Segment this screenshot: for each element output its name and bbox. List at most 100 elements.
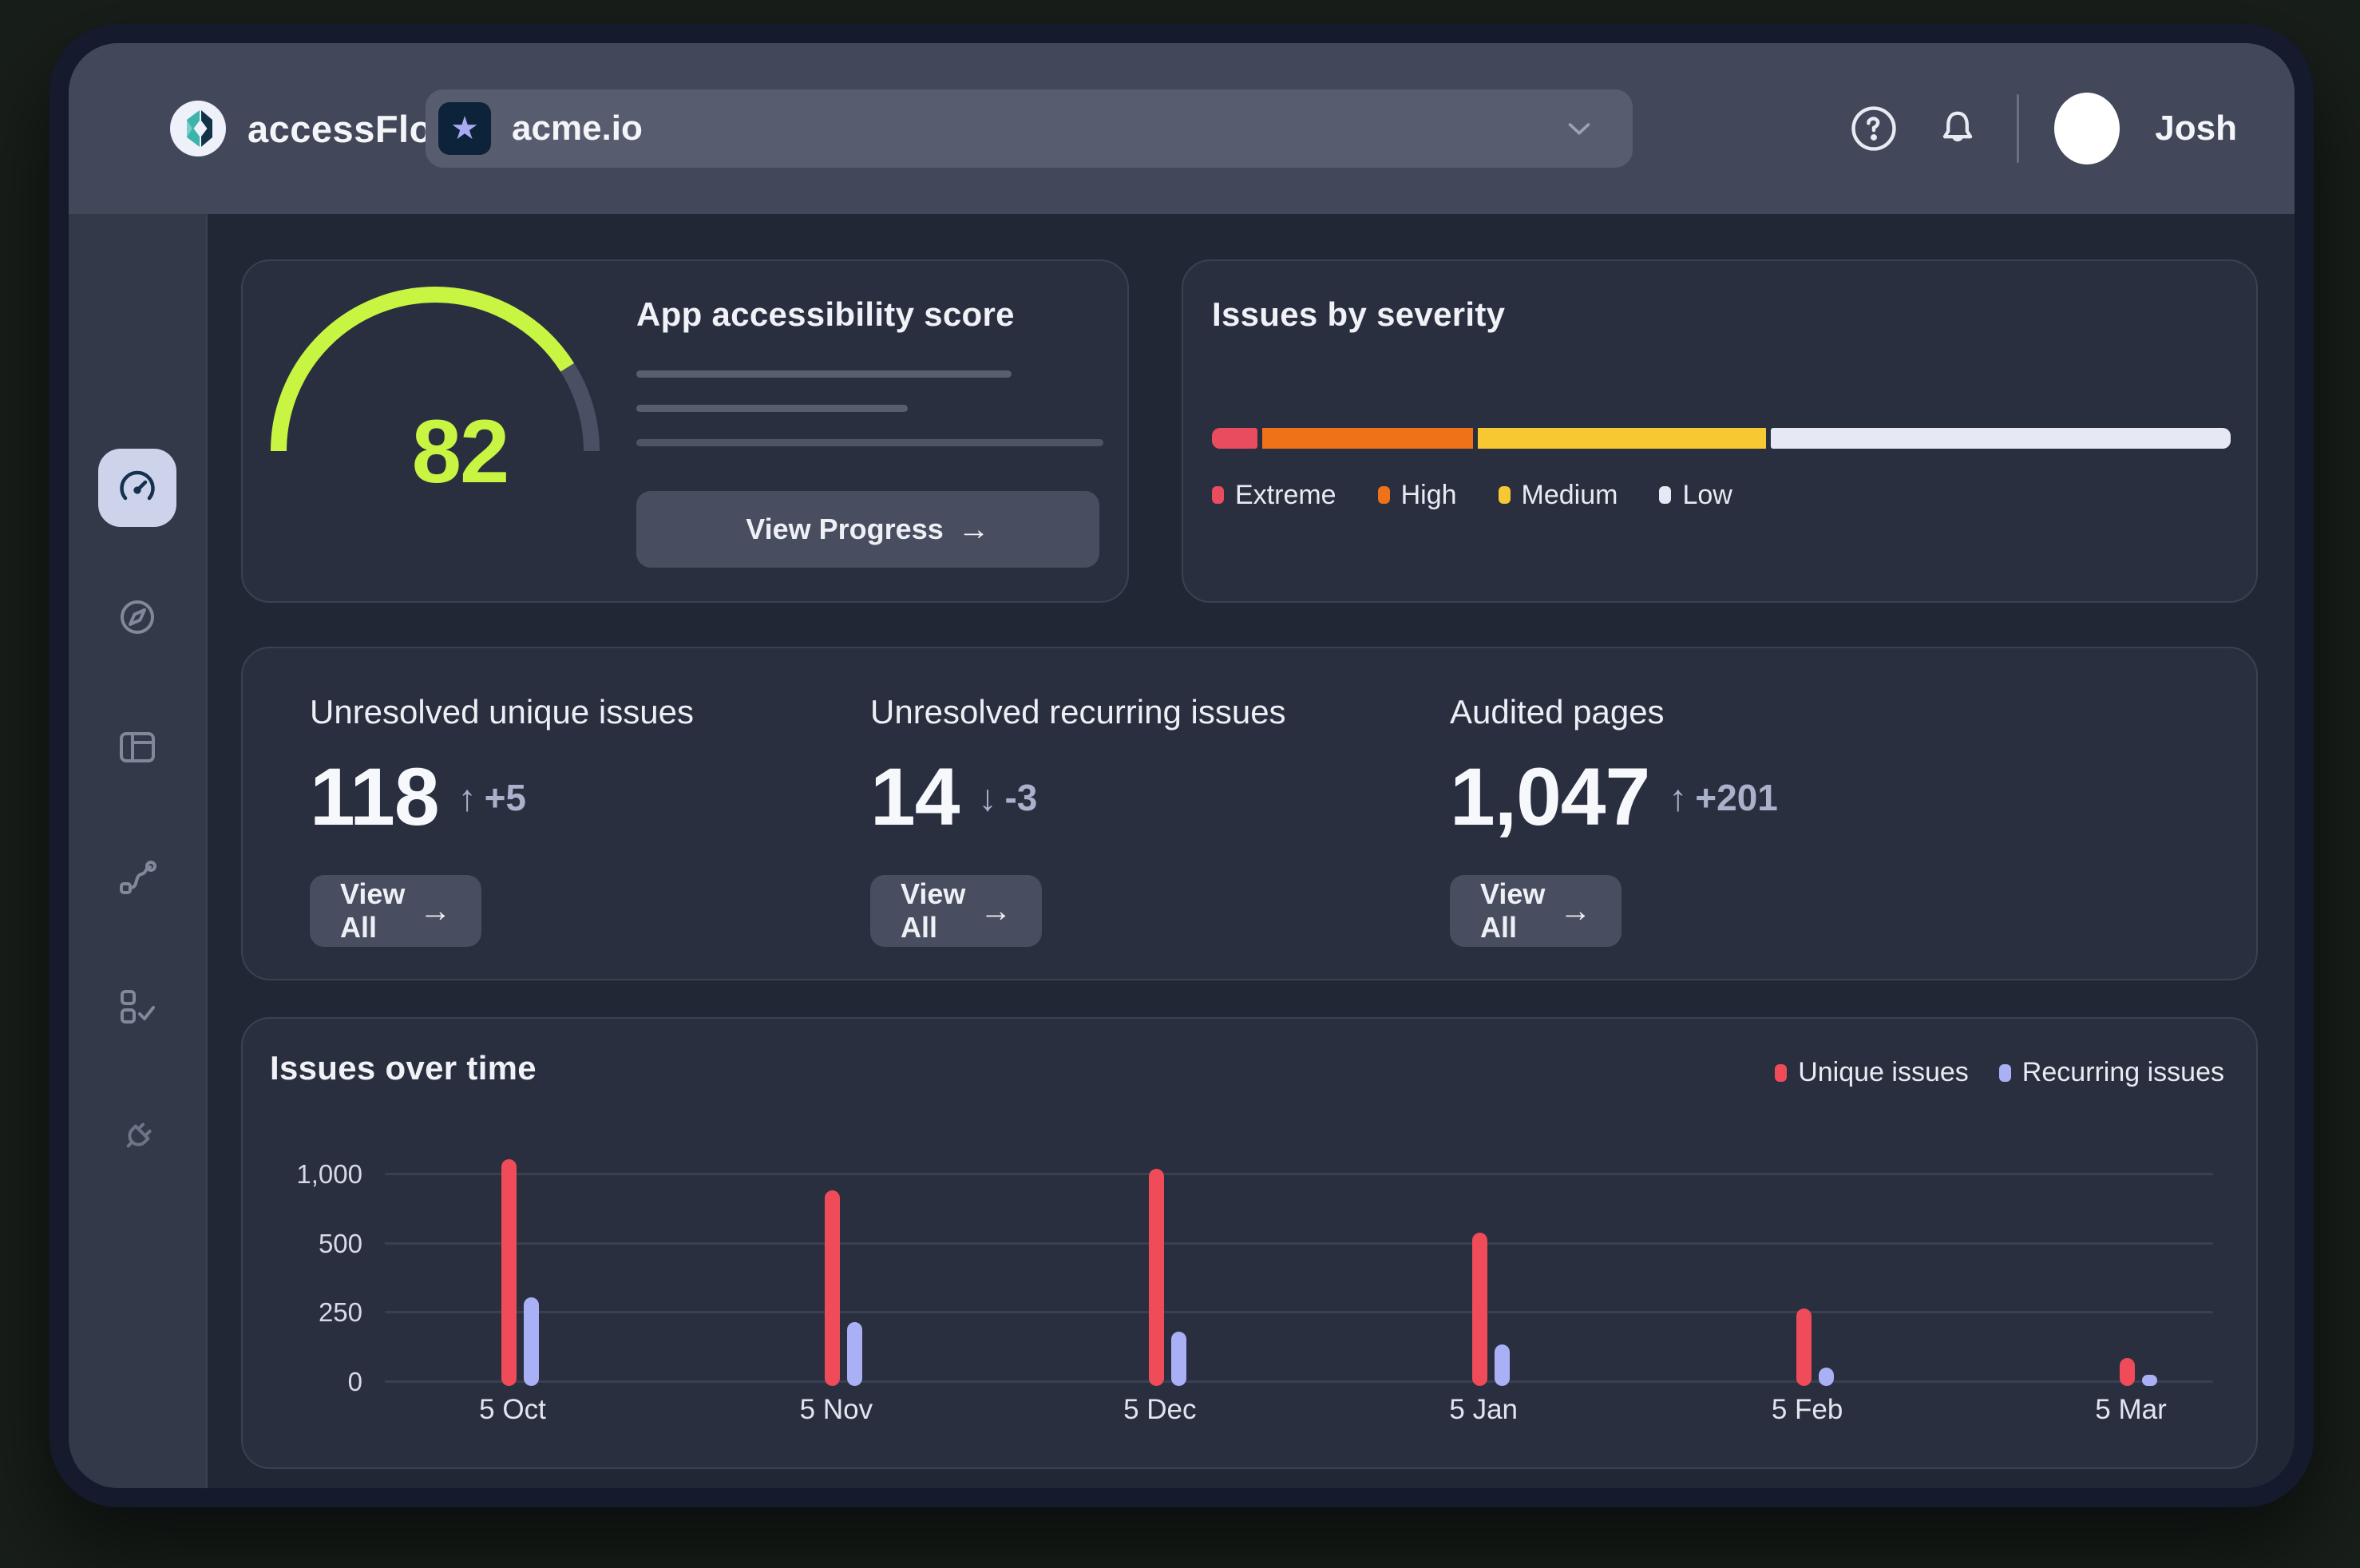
layout-icon <box>115 725 160 770</box>
sidebar-item-flows[interactable] <box>98 838 176 917</box>
severity-legend-item-extreme: Extreme <box>1212 480 1336 511</box>
project-name: acme.io <box>512 109 1561 148</box>
issues-over-time-card: Issues over time Unique issues Recurring… <box>241 1017 2258 1469</box>
severity-segment-high <box>1262 428 1473 449</box>
view-progress-button[interactable]: View Progress → <box>636 491 1099 568</box>
view-all-label: View All <box>340 877 405 944</box>
bar-unique-issues-5-Dec <box>1149 1169 1164 1386</box>
brand: accessFlow <box>169 43 462 214</box>
gridline-0 <box>385 1380 2213 1383</box>
project-star-icon: ★ <box>438 102 491 155</box>
chart-legend-item-recurring-issues: Recurring issues <box>1999 1057 2224 1088</box>
compass-icon <box>115 595 160 639</box>
bar-recurring-issues-5-Nov <box>847 1322 862 1386</box>
help-icon[interactable] <box>1849 104 1899 153</box>
sidebar-item-explore[interactable] <box>98 578 176 656</box>
view-progress-label: View Progress <box>746 513 943 546</box>
skeleton-line <box>636 370 1012 378</box>
bar-unique-issues-5-Oct <box>501 1159 517 1386</box>
x-axis-tick-label: 5 Feb <box>1728 1394 1887 1426</box>
view-all-button[interactable]: View All → <box>310 875 481 947</box>
y-axis-tick-label: 250 <box>259 1297 362 1328</box>
accessflow-logo-icon <box>169 100 227 157</box>
stat-label: Unresolved unique issues <box>310 693 694 731</box>
stat-delta-value: +5 <box>485 776 526 819</box>
severity-segment-low <box>1771 428 2231 449</box>
gauge-icon <box>115 465 160 510</box>
bar-chart-plot-area <box>385 1151 2213 1386</box>
chart-legend-item-unique-issues: Unique issues <box>1775 1057 1969 1088</box>
view-all-label: View All <box>901 877 965 944</box>
stat-value-row: 118 ↑ +5 <box>310 750 526 844</box>
bar-recurring-issues-5-Dec <box>1171 1332 1186 1386</box>
plug-icon <box>115 1115 160 1159</box>
sidebar-item-audits[interactable] <box>98 968 176 1046</box>
bar-unique-issues-5-Feb <box>1796 1309 1812 1386</box>
sidebar-item-integrations[interactable] <box>98 1098 176 1176</box>
stat-delta: ↑ +5 <box>458 776 526 819</box>
skeleton-line <box>636 439 1103 446</box>
gridline-1000 <box>385 1173 2213 1175</box>
top-bar: accessFlow ★ acme.io Josh <box>69 43 2295 214</box>
score-gauge: 82 <box>267 283 603 464</box>
skeleton-line <box>636 405 908 412</box>
stat-value-row: 14 ↓ -3 <box>870 750 1037 844</box>
stat-delta-value: +201 <box>1695 776 1778 819</box>
y-axis-tick-label: 0 <box>259 1366 362 1398</box>
stat-delta: ↑ +201 <box>1669 776 1778 819</box>
bar-recurring-issues-5-Feb <box>1819 1368 1834 1386</box>
stat-label: Audited pages <box>1450 693 1665 731</box>
arrow-right-icon: → <box>958 512 990 548</box>
stat-delta-value: -3 <box>1004 776 1037 819</box>
arrow-up-icon: ↑ <box>458 776 477 819</box>
stat-value: 1,047 <box>1450 750 1649 844</box>
app-window: accessFlow ★ acme.io Josh <box>49 24 2314 1507</box>
legend-label: Unique issues <box>1798 1057 1969 1088</box>
legend-label: Recurring issues <box>2022 1057 2224 1088</box>
stat-value: 118 <box>310 750 439 844</box>
gridline-500 <box>385 1242 2213 1245</box>
view-all-label: View All <box>1480 877 1545 944</box>
top-right-actions: Josh <box>1849 43 2237 214</box>
legend-dot <box>1378 486 1390 504</box>
accessibility-score-card: 82 App accessibility score View Progress… <box>241 259 1129 603</box>
severity-legend-item-high: High <box>1378 480 1457 511</box>
route-icon <box>115 855 160 900</box>
legend-label: Extreme <box>1235 480 1336 511</box>
x-axis-tick-label: 5 Oct <box>433 1394 592 1426</box>
stat-label: Unresolved recurring issues <box>870 693 1286 731</box>
arrow-right-icon: → <box>1559 893 1591 929</box>
project-selector[interactable]: ★ acme.io <box>426 89 1633 168</box>
legend-dot <box>1999 1064 2011 1082</box>
notifications-bell-icon[interactable] <box>1934 105 1982 152</box>
legend-label: Medium <box>1522 480 1618 511</box>
sidebar-item-dashboard[interactable] <box>98 449 176 527</box>
legend-dot <box>1212 486 1224 504</box>
score-value: 82 <box>380 400 540 503</box>
avatar[interactable] <box>2054 93 2120 164</box>
arrow-up-icon: ↑ <box>1669 776 1687 819</box>
sidebar-nav <box>69 214 208 1488</box>
gridline-250 <box>385 1311 2213 1313</box>
severity-card-title: Issues by severity <box>1212 295 1505 334</box>
view-all-button[interactable]: View All → <box>1450 875 1622 947</box>
issues-by-severity-card: Issues by severity Extreme High Medium L… <box>1182 259 2258 603</box>
bar-recurring-issues-5-Jan <box>1495 1344 1510 1386</box>
bar-recurring-issues-5-Oct <box>524 1297 539 1386</box>
severity-legend: Extreme High Medium Low <box>1212 479 1732 511</box>
chart-legend: Unique issues Recurring issues <box>1775 1057 2224 1088</box>
x-axis-tick-label: 5 Dec <box>1080 1394 1240 1426</box>
severity-legend-item-medium: Medium <box>1499 480 1618 511</box>
legend-label: Low <box>1682 480 1732 511</box>
severity-legend-item-low: Low <box>1659 480 1732 511</box>
sidebar-item-pages[interactable] <box>98 708 176 786</box>
bar-unique-issues-5-Jan <box>1472 1233 1487 1386</box>
view-all-button[interactable]: View All → <box>870 875 1042 947</box>
legend-label: High <box>1401 480 1457 511</box>
legend-dot <box>1775 1064 1787 1082</box>
chart-title: Issues over time <box>270 1049 537 1087</box>
legend-dot <box>1499 486 1511 504</box>
legend-dot <box>1659 486 1671 504</box>
severity-segment-medium <box>1478 428 1766 449</box>
x-axis-tick-label: 5 Mar <box>2051 1394 2211 1426</box>
